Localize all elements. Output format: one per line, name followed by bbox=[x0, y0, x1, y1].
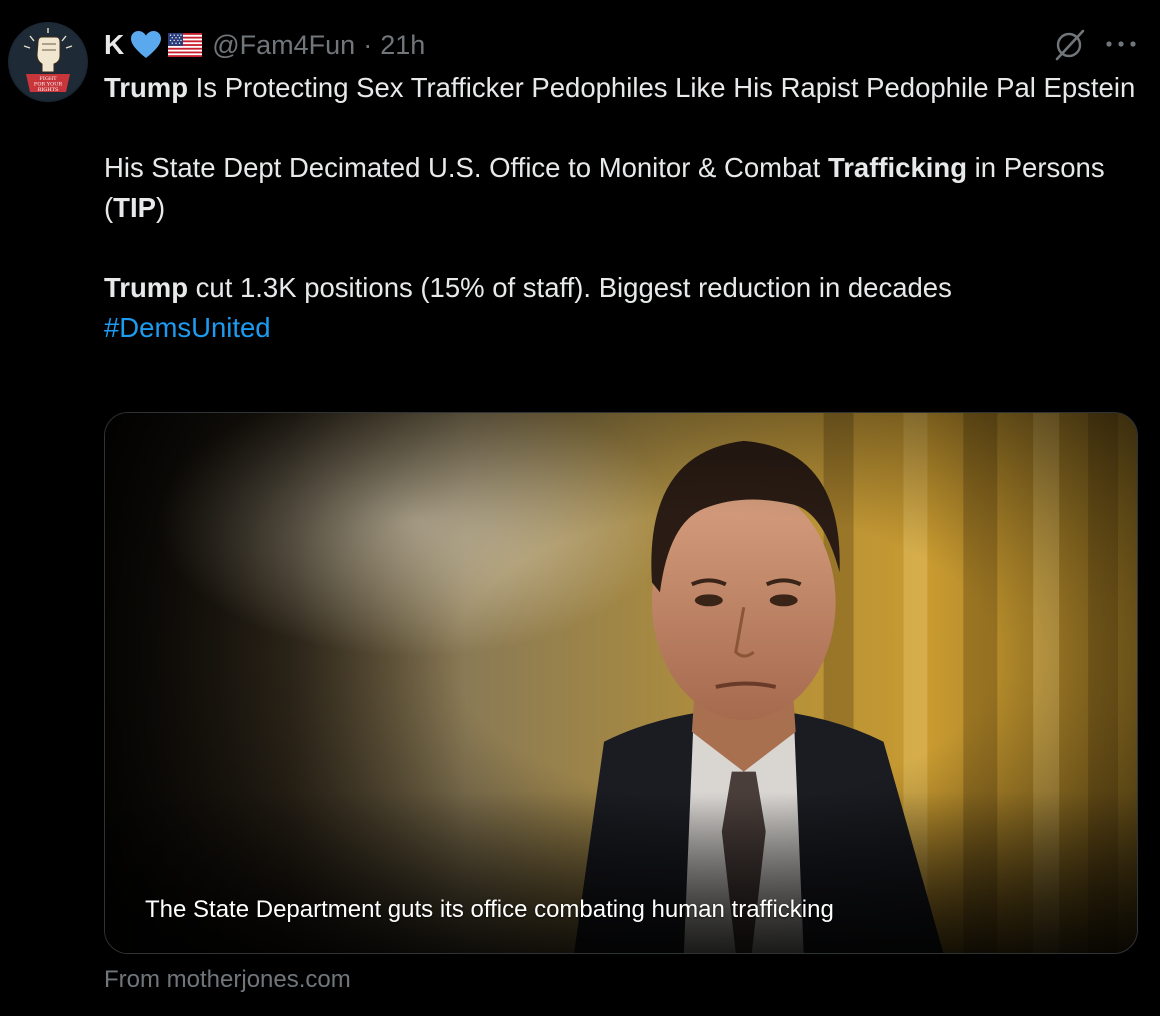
more-icon[interactable] bbox=[1104, 36, 1138, 52]
us-flag-icon bbox=[168, 33, 203, 57]
bold-trafficking: Trafficking bbox=[827, 152, 968, 183]
fist-logo-icon: FIGHT FOR YOUR RIGHTS bbox=[10, 24, 86, 100]
paragraph-3-text: cut 1.3K positions (15% of staff). Bigge… bbox=[188, 272, 952, 303]
paragraph-2-start: His State Dept Decimated U.S. Office to … bbox=[104, 152, 828, 183]
avatar-text-3: RIGHTS bbox=[38, 87, 59, 93]
paragraph-2-end: ) bbox=[155, 192, 166, 223]
card-source[interactable]: From motherjones.com bbox=[104, 962, 351, 998]
hashtag-line: #DemsUnited bbox=[104, 308, 1144, 348]
tweet[interactable]: FIGHT FOR YOUR RIGHTS K @Fam4Fun · 21h T… bbox=[0, 0, 1160, 1016]
tweet-paragraph-2: His State Dept Decimated U.S. Office to … bbox=[104, 148, 1144, 228]
grok-icon[interactable] bbox=[1052, 28, 1086, 62]
bold-trump-2: Trump bbox=[104, 272, 189, 303]
tweet-paragraph-3: Trump cut 1.3K positions (15% of staff).… bbox=[104, 268, 1144, 308]
handle[interactable]: @Fam4Fun bbox=[212, 30, 355, 61]
paragraph-1-text: Is Protecting Sex Trafficker Pedophiles … bbox=[188, 72, 1136, 103]
blue-heart-icon bbox=[131, 31, 162, 58]
tweet-paragraph-1: Trump Is Protecting Sex Trafficker Pedop… bbox=[104, 68, 1144, 108]
avatar[interactable]: FIGHT FOR YOUR RIGHTS bbox=[8, 22, 88, 102]
bold-tip: TIP bbox=[113, 192, 156, 223]
hashtag-link[interactable]: #DemsUnited bbox=[104, 312, 271, 343]
timestamp[interactable]: 21h bbox=[380, 30, 425, 61]
card-caption: The State Department guts its office com… bbox=[145, 896, 834, 923]
separator-dot: · bbox=[363, 29, 373, 60]
tweet-header: K @Fam4Fun · 21h bbox=[104, 26, 425, 64]
tweet-text: Trump Is Protecting Sex Trafficker Pedop… bbox=[104, 68, 1144, 348]
display-name[interactable]: K bbox=[104, 29, 124, 61]
bold-trump: Trump bbox=[104, 72, 189, 103]
card-photo bbox=[105, 413, 1137, 953]
link-card[interactable]: The State Department guts its office com… bbox=[104, 412, 1138, 954]
